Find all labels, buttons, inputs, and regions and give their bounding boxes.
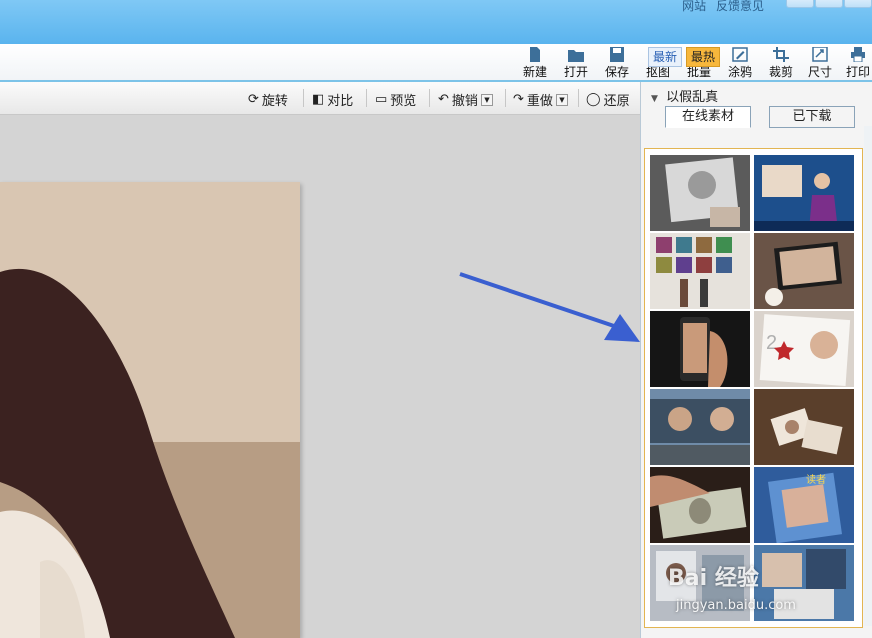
redo-icon: ↷: [513, 92, 524, 107]
new-button[interactable]: 新建: [515, 47, 555, 80]
divider: [429, 89, 430, 107]
divider: [366, 89, 367, 107]
new-label: 新建: [522, 65, 547, 79]
thumbnail-gallery-wall-portraits[interactable]: [650, 233, 750, 309]
panel-title[interactable]: ▼ 以假乱真: [651, 86, 718, 105]
image-canvas[interactable]: [0, 115, 640, 638]
doodle-icon: [732, 47, 748, 62]
resize-button[interactable]: 尺寸: [800, 47, 840, 80]
title-links: 网站 反馈意见: [676, 0, 764, 14]
resize-icon: [812, 47, 828, 62]
maximize-button[interactable]: [815, 0, 843, 8]
minimize-button[interactable]: [786, 0, 814, 8]
photo-illustration: [0, 182, 300, 638]
redo-button[interactable]: ↷ 重做 ▼: [513, 90, 568, 109]
save-button[interactable]: 保存: [597, 47, 637, 80]
divider: [578, 89, 579, 107]
redo-label: 重做: [526, 94, 553, 109]
compare-icon: ◧: [312, 92, 325, 107]
undo-icon: ↶: [438, 92, 449, 107]
batch-label: 批量: [686, 65, 711, 79]
print-button[interactable]: 打印: [838, 47, 872, 80]
baidu-watermark-url: jingyan.baidu.com: [676, 598, 796, 613]
preview-button[interactable]: ▭ 预览: [375, 90, 416, 109]
cutout-label: 抠图: [645, 65, 670, 79]
open-button[interactable]: 打开: [556, 47, 596, 80]
preview-label: 预览: [390, 94, 417, 109]
panel-scrollbar[interactable]: [864, 126, 872, 626]
open-label: 打开: [563, 65, 588, 79]
thumbnail-photo-prints-stack[interactable]: [754, 389, 854, 465]
redo-dropdown-icon[interactable]: ▼: [555, 93, 568, 106]
edited-photo: [0, 182, 300, 638]
thumbnail-billboard-couple[interactable]: [650, 389, 750, 465]
thumbnail-magazine-cover-portrait[interactable]: 读者: [754, 467, 854, 543]
preview-icon: ▭: [375, 92, 388, 107]
title-bar: 网站 反馈意见: [0, 0, 872, 44]
doodle-label: 涂鸦: [727, 65, 752, 79]
divider: [303, 89, 304, 107]
open-folder-icon: [568, 50, 584, 62]
subtab-newest[interactable]: 最新: [648, 47, 683, 67]
resize-label: 尺寸: [807, 65, 832, 79]
crop-icon: [773, 47, 789, 62]
restore-icon: ◯: [586, 92, 601, 107]
collapse-triangle-icon: ▼: [651, 94, 658, 104]
restore-button[interactable]: ◯ 还原: [586, 90, 630, 109]
save-icon: [610, 47, 624, 62]
rotate-icon: ⟳: [248, 92, 259, 107]
thumbnail-tv-news-anchor[interactable]: [754, 155, 854, 231]
undo-button[interactable]: ↶ 撤销 ▼: [438, 90, 493, 109]
thumbnail-magazine-portrait[interactable]: 2: [754, 311, 854, 387]
edit-toolbar: ⟳ 旋转 ◧ 对比 ▭ 预览 ↶ 撤销 ▼ ↷ 重做 ▼ ◯ 还原: [0, 82, 640, 115]
tab-online[interactable]: 在线素材: [665, 106, 751, 128]
crop-button[interactable]: 裁剪: [761, 47, 801, 80]
printer-icon: [851, 47, 865, 62]
svg-text:2: 2: [766, 332, 777, 354]
feedback-link[interactable]: 反馈意见: [716, 0, 764, 13]
thumbnail-banknote-portrait[interactable]: [650, 467, 750, 543]
baidu-watermark: Bai 经验: [668, 566, 759, 591]
rotate-label: 旋转: [261, 94, 288, 109]
undo-label: 撤销: [451, 94, 478, 109]
save-label: 保存: [604, 65, 629, 79]
website-link[interactable]: 网站: [682, 0, 706, 13]
print-label: 打印: [845, 65, 870, 79]
doodle-button[interactable]: 涂鸦: [720, 47, 760, 80]
annotation-arrow: [459, 272, 640, 342]
panel-title-label: 以假乱真: [666, 90, 719, 105]
new-file-icon: [530, 47, 540, 62]
undo-dropdown-icon[interactable]: ▼: [480, 93, 493, 106]
close-button[interactable]: [844, 0, 872, 8]
compare-label: 对比: [327, 94, 354, 109]
crop-label: 裁剪: [768, 65, 793, 79]
window-controls: [785, 0, 872, 8]
divider: [505, 89, 506, 107]
subtab-hottest[interactable]: 最热: [686, 47, 721, 67]
main-toolbar: 新建 打开 保存 抠图 批量 涂鸦 裁剪 尺寸 打印: [0, 44, 872, 82]
tab-downloaded[interactable]: 已下载: [769, 106, 855, 128]
compare-button[interactable]: ◧ 对比: [312, 90, 353, 109]
thumbnail-phone-in-hand-portrait[interactable]: [650, 311, 750, 387]
svg-text:读者: 读者: [806, 473, 826, 486]
thumbnail-pencil-sketch-portrait[interactable]: [650, 155, 750, 231]
rotate-button[interactable]: ⟳ 旋转: [248, 90, 288, 109]
thumbnail-grid: 2 读者: [644, 148, 863, 628]
thumbnail-laptop-screen-portrait[interactable]: [754, 233, 854, 309]
restore-label: 还原: [603, 94, 630, 109]
